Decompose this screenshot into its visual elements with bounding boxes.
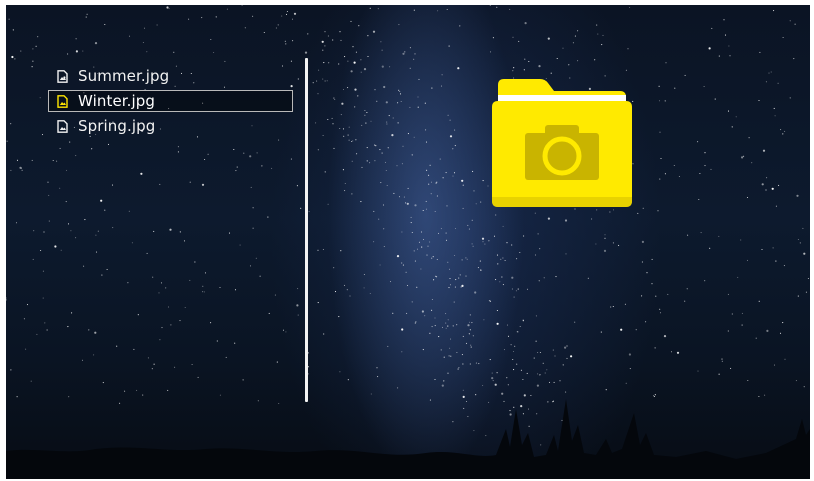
file-name: Winter.jpg (78, 92, 156, 110)
image-file-icon (55, 93, 69, 109)
starfield-background: Summer.jpg Winter.jpg Spring.jpg (6, 5, 810, 479)
file-row-winter[interactable]: Winter.jpg (48, 90, 293, 112)
camera-folder-icon (490, 77, 634, 211)
file-name: Summer.jpg (78, 67, 170, 85)
file-name: Spring.jpg (78, 117, 156, 135)
pane-divider[interactable] (305, 58, 308, 402)
image-file-icon (55, 68, 69, 84)
image-file-icon (55, 118, 69, 134)
file-row-summer[interactable]: Summer.jpg (48, 65, 293, 87)
tree-silhouettes (6, 399, 810, 479)
file-row-spring[interactable]: Spring.jpg (48, 115, 293, 137)
file-list: Summer.jpg Winter.jpg Spring.jpg (48, 65, 293, 140)
